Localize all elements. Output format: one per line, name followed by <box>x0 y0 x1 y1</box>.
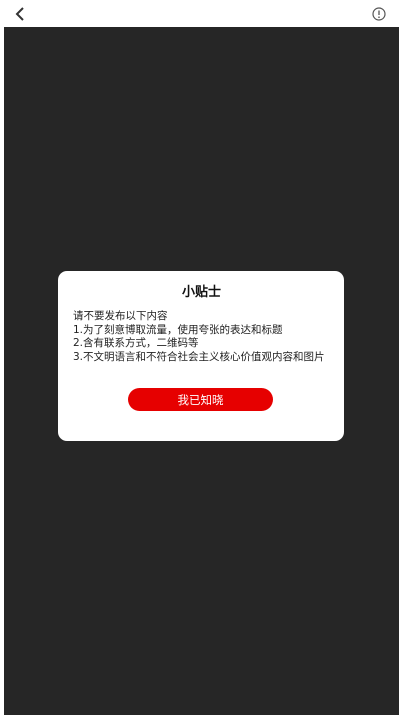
info-circle-icon <box>372 7 386 21</box>
dialog-message-line: 请不要发布以下内容 <box>73 310 168 322</box>
top-navigation-bar <box>0 0 400 27</box>
info-button[interactable] <box>370 5 388 23</box>
dialog-message-line: 1.为了刻意博取流量，使用夸张的表达和标题 <box>73 323 283 336</box>
tips-dialog: 小贴士 请不要发布以下内容 1.为了刻意博取流量，使用夸张的表达和标题 2.含有… <box>58 271 344 441</box>
dialog-message-line: 3.不文明语言和不符合社会主义核心价值观内容和图片 <box>73 350 325 363</box>
dialog-message: 请不要发布以下内容 1.为了刻意博取流量，使用夸张的表达和标题 2.含有联系方式… <box>73 310 330 364</box>
dialog-message-line: 2.含有联系方式，二维码等 <box>73 337 199 349</box>
chevron-left-icon <box>15 7 24 21</box>
dialog-title: 小贴士 <box>181 285 221 300</box>
acknowledge-button[interactable]: 我已知晓 <box>128 388 273 411</box>
back-button[interactable] <box>10 4 30 24</box>
